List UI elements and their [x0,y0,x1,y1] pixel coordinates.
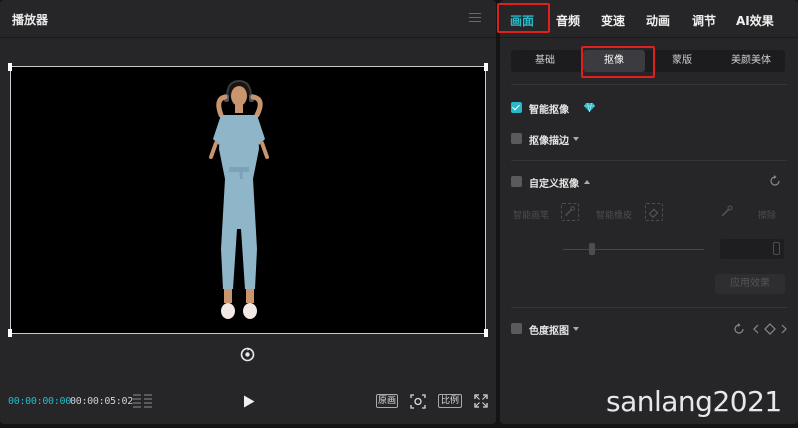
divider [511,84,787,85]
cutout-stroke-checkbox[interactable] [511,133,522,144]
rotate-icon[interactable] [240,347,255,362]
resize-handle[interactable] [8,63,12,71]
divider [511,307,787,308]
preview-canvas[interactable] [8,63,488,337]
erase-brush-icon [721,205,733,217]
cutout-stroke-option[interactable]: 抠像描边 [511,132,631,147]
watermark-text: sanlang2021 [606,385,782,418]
chroma-key-checkbox[interactable] [511,323,522,334]
tab-audio[interactable]: 音频 [556,12,580,29]
playback-bar: 00:00:00:00 00:00:05:02 原画 比例 [0,388,496,416]
screenshot-icon[interactable] [410,394,426,409]
tab-adjust[interactable]: 调节 [692,12,716,29]
custom-cutout-checkbox[interactable] [511,176,522,187]
subtab-beauty[interactable]: 美颜美体 [717,50,785,72]
custom-cutout-label: 自定义抠像 [529,179,579,190]
eraser-icon [645,203,663,221]
smart-cutout-option[interactable]: 智能抠像 [511,101,631,116]
keyframe-icon[interactable] [753,323,787,335]
brush-icon [561,203,579,221]
timeline-grid-icon[interactable] [133,394,152,408]
player-title: 播放器 [12,13,49,27]
fullscreen-icon[interactable] [474,394,488,408]
original-quality-button[interactable]: 原画 [376,394,398,408]
chroma-key-label: 色度抠图 [529,326,569,337]
chroma-key-option[interactable]: 色度抠图 [511,322,787,337]
subtab-mask[interactable]: 蒙版 [649,50,715,72]
menu-icon[interactable] [469,13,481,23]
smart-brush-label: 智能画笔 [513,211,550,221]
reset-icon[interactable] [769,175,781,187]
stepper-icon [773,242,780,255]
tab-speed[interactable]: 变速 [601,12,625,29]
resize-handle[interactable] [484,329,488,337]
custom-cutout-option[interactable]: 自定义抠像 [511,175,787,190]
tab-ai-effects[interactable]: AI效果 [736,12,774,29]
cutout-person-image [209,79,269,319]
current-timecode: 00:00:00:00 [8,396,71,407]
slider-track [563,249,704,250]
erase-label: 擦除 [758,211,777,221]
total-timecode: 00:00:05:02 [70,396,133,407]
chevron-up-icon[interactable] [584,180,590,184]
reset-icon[interactable] [733,323,745,335]
player-header: 播放器 [0,0,496,38]
divider [511,160,787,161]
smart-eraser-label: 智能橡皮 [596,211,633,221]
subtab-basic[interactable]: 基础 [511,50,579,72]
chevron-down-icon[interactable] [573,137,579,141]
highlight-box [497,3,550,33]
play-icon[interactable] [243,395,255,408]
smart-cutout-checkbox[interactable] [511,102,522,113]
player-panel: 播放器 00:00:00:00 00:00:05:02 原画 比例 [0,0,496,424]
inspector-panel: 画面 音频 变速 动画 调节 AI效果 基础 抠像 蒙版 美颜美体 智能抠像 抠… [497,0,798,424]
chevron-down-icon[interactable] [573,327,579,331]
highlight-box [581,46,655,78]
smart-cutout-label: 智能抠像 [529,105,569,116]
size-input [720,239,784,259]
slider-handle [589,243,595,255]
diamond-vip-icon [584,103,595,112]
resize-handle[interactable] [484,63,488,71]
cutout-stroke-label: 抠像描边 [529,136,569,147]
tab-animation[interactable]: 动画 [646,12,670,29]
aspect-ratio-button[interactable]: 比例 [438,394,462,408]
apply-effect-button: 应用效果 [715,274,785,294]
resize-handle[interactable] [8,329,12,337]
